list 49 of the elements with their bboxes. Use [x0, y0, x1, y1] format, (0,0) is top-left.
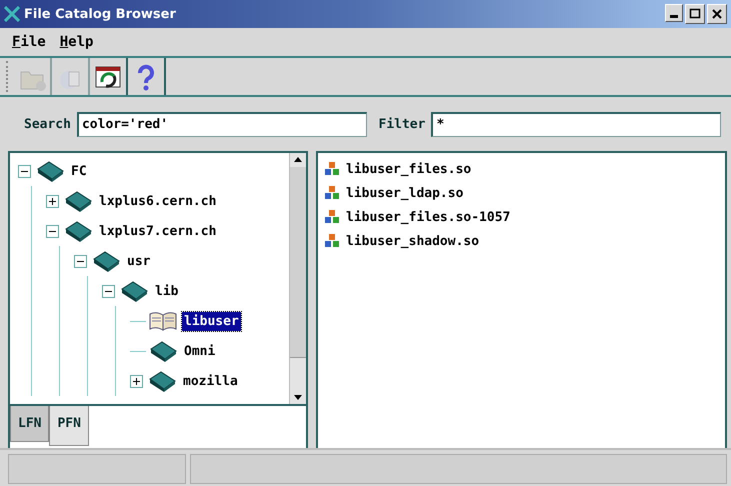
cubes-icon [324, 185, 340, 201]
tree-item[interactable]: lxplus7.cern.ch [97, 222, 218, 240]
list-entry[interactable]: libuser_shadow.so [346, 234, 480, 248]
book-icon [147, 370, 177, 392]
filter-label: Filter [378, 116, 426, 132]
maximize-button[interactable] [685, 4, 705, 24]
book-icon [148, 340, 178, 362]
minimize-button[interactable] [665, 4, 683, 22]
tree-item[interactable]: lib [153, 282, 180, 300]
tab[interactable]: LFN [10, 406, 50, 442]
book-icon [91, 250, 121, 272]
tree-item[interactable]: libuser [182, 312, 241, 330]
menu-item[interactable]: File [12, 34, 46, 50]
collapse-toggle[interactable] [102, 284, 115, 298]
tree-item[interactable]: Omni [182, 342, 218, 360]
close-icon [710, 7, 724, 21]
tab[interactable]: PFN [49, 406, 89, 446]
book-icon [63, 190, 93, 212]
collapse-toggle[interactable] [18, 164, 31, 178]
tree-item[interactable]: lxplus6.cern.ch [97, 192, 218, 210]
tree-item[interactable]: FC [69, 162, 89, 180]
filter-field[interactable]: * [431, 112, 721, 136]
collapse-toggle[interactable] [74, 254, 87, 268]
open-book-icon [148, 310, 178, 332]
tree-item[interactable]: usr [125, 252, 152, 270]
plus-icon [48, 196, 57, 206]
collapse-toggle[interactable] [46, 224, 59, 238]
cubes-icon [324, 233, 340, 249]
close-button[interactable] [707, 4, 727, 24]
expand-toggle[interactable] [130, 374, 143, 388]
book-icon [119, 280, 149, 302]
x-logo-icon [4, 6, 20, 22]
expand-toggle[interactable] [46, 194, 59, 208]
tree-item[interactable]: mozilla [181, 372, 240, 390]
cubes-icon [324, 209, 340, 225]
plus-icon [132, 376, 141, 386]
book-icon [63, 220, 93, 242]
maximize-icon [688, 7, 702, 21]
minimize-icon [670, 15, 678, 18]
window-title: File Catalog Browser [24, 6, 177, 22]
search-field[interactable]: color='red' [76, 112, 366, 136]
scrollbar[interactable] [289, 153, 306, 404]
book-icon [35, 160, 65, 182]
list-entry[interactable]: libuser_files.so [346, 162, 472, 176]
cubes-icon [324, 161, 340, 177]
menu-item[interactable]: Help [60, 34, 94, 50]
list-entry[interactable]: libuser_files.so-1057 [346, 210, 510, 224]
list-entry[interactable]: libuser_ldap.so [346, 186, 464, 200]
search-label: Search [24, 116, 71, 132]
